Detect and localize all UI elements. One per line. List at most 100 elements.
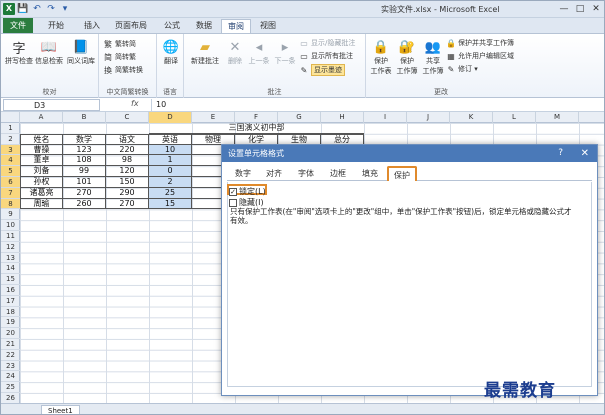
table-cell[interactable]: 曹操 xyxy=(20,144,63,156)
track-changes-button[interactable]: ✎ 修订 ▾ xyxy=(446,64,478,74)
merged-title-cell[interactable]: 三国演义初中部 xyxy=(149,123,364,134)
tab-alignment[interactable]: 对齐 xyxy=(260,166,288,181)
tab-review[interactable]: 审阅 xyxy=(221,19,251,33)
show-hide-comment-button[interactable]: ▭ 显示/隐藏批注 xyxy=(299,38,355,48)
table-cell[interactable]: 101 xyxy=(63,177,106,188)
table-cell[interactable]: 108 xyxy=(63,155,106,167)
table-cell[interactable]: 刘备 xyxy=(20,166,63,177)
show-all-comments-button[interactable]: ▭ 显示所有批注 xyxy=(299,51,353,61)
header-cell[interactable]: 英语 xyxy=(149,133,192,145)
row-header[interactable]: 19 xyxy=(1,317,20,329)
thesaurus-button[interactable]: 📘 同义词库 xyxy=(65,38,97,66)
table-cell[interactable]: 99 xyxy=(63,166,106,177)
column-header-e[interactable]: E xyxy=(192,112,235,123)
allow-edit-ranges-button[interactable]: ▦ 允许用户编辑区域 xyxy=(446,51,514,61)
previous-comment-button[interactable]: ◂ 上一条 xyxy=(246,38,272,66)
column-header-b[interactable]: B xyxy=(63,112,106,123)
table-cell[interactable]: 25 xyxy=(149,187,192,199)
table-cell[interactable]: 1 xyxy=(149,155,192,167)
tab-formulas[interactable]: 公式 xyxy=(157,19,187,33)
tab-data[interactable]: 数据 xyxy=(189,19,219,33)
header-cell[interactable]: 化学 xyxy=(235,133,278,145)
column-header-h[interactable]: H xyxy=(321,112,364,123)
spell-check-button[interactable]: 字 拼写检查 xyxy=(4,38,34,66)
column-header-l[interactable]: L xyxy=(493,112,536,123)
row-header[interactable]: 24 xyxy=(1,371,20,383)
header-cell[interactable]: 数学 xyxy=(63,133,106,145)
help-icon[interactable]: ? xyxy=(558,145,563,162)
save-icon[interactable]: 💾 xyxy=(17,3,29,15)
table-cell[interactable]: 150 xyxy=(106,177,149,188)
simp-to-trad-button[interactable]: 简 简转繁 xyxy=(103,52,136,62)
table-cell[interactable]: 诸葛亮 xyxy=(20,187,63,199)
row-header[interactable]: 21 xyxy=(1,339,20,350)
row-header[interactable]: 18 xyxy=(1,307,20,318)
tab-home[interactable]: 开始 xyxy=(41,19,71,33)
column-header-j[interactable]: J xyxy=(407,112,450,123)
row-header[interactable]: 10 xyxy=(1,220,20,231)
tab-page-layout[interactable]: 页面布局 xyxy=(109,19,153,33)
row-header[interactable]: 14 xyxy=(1,263,20,275)
name-box[interactable]: D3 xyxy=(3,99,100,111)
column-header-f[interactable]: F xyxy=(235,112,278,123)
tab-insert[interactable]: 插入 xyxy=(77,19,107,33)
row-header[interactable]: 9 xyxy=(1,209,20,221)
row-header[interactable]: 6 xyxy=(1,177,20,188)
select-all-corner[interactable] xyxy=(1,112,20,123)
tab-file[interactable]: 文件 xyxy=(3,18,33,33)
table-cell[interactable]: 120 xyxy=(106,166,149,177)
table-cell[interactable]: 10 xyxy=(149,144,192,156)
row-header[interactable]: 2 xyxy=(1,134,20,145)
table-cell[interactable]: 2 xyxy=(149,177,192,188)
table-cell[interactable]: 290 xyxy=(106,187,149,199)
delete-comment-button[interactable]: ✕ 删除 xyxy=(224,38,246,66)
row-header[interactable]: 23 xyxy=(1,361,20,372)
protect-share-workbook-button[interactable]: 🔒 保护并共享工作簿 xyxy=(446,38,514,48)
close-icon[interactable]: ✕ xyxy=(588,2,604,16)
header-cell[interactable]: 生物 xyxy=(278,133,321,145)
row-header[interactable]: 11 xyxy=(1,231,20,242)
chinese-conversion-button[interactable]: 換 简繁转换 xyxy=(103,65,143,75)
tab-fill[interactable]: 填充 xyxy=(356,166,384,181)
row-header[interactable]: 25 xyxy=(1,382,20,393)
protect-sheet-button[interactable]: 🔒 保护 工作表 xyxy=(368,38,394,76)
show-ink-button[interactable]: ✎ 显示墨迹 xyxy=(299,64,345,76)
column-header-g[interactable]: G xyxy=(278,112,321,123)
row-header[interactable]: 7 xyxy=(1,187,20,199)
table-cell[interactable]: 270 xyxy=(106,198,149,210)
trad-to-simp-button[interactable]: 繁 繁转简 xyxy=(103,39,136,49)
protect-workbook-button[interactable]: 🔐 保护 工作簿 xyxy=(394,38,420,76)
research-button[interactable]: 📖 信息检索 xyxy=(34,38,64,66)
dialog-close-icon[interactable]: ✕ xyxy=(581,145,589,162)
tab-protection[interactable]: 保护 xyxy=(387,166,417,181)
redo-icon[interactable]: ↷ xyxy=(45,3,57,15)
table-cell[interactable]: 孙权 xyxy=(20,177,63,188)
header-cell[interactable]: 姓名 xyxy=(20,133,63,145)
customize-icon[interactable]: ▾ xyxy=(59,3,71,15)
row-header[interactable]: 3 xyxy=(1,144,20,156)
locked-checkbox-row[interactable]: ✓ 锁定(L) xyxy=(229,186,266,197)
next-comment-button[interactable]: ▸ 下一条 xyxy=(272,38,298,66)
row-header[interactable]: 12 xyxy=(1,242,20,253)
column-header-k[interactable]: K xyxy=(450,112,493,123)
column-header-m[interactable]: M xyxy=(536,112,579,123)
row-header[interactable]: 8 xyxy=(1,198,20,210)
table-cell[interactable]: 98 xyxy=(106,155,149,167)
locked-checkbox[interactable]: ✓ xyxy=(229,187,237,196)
table-cell[interactable]: 123 xyxy=(63,144,106,156)
minimize-icon[interactable]: — xyxy=(556,2,572,16)
table-cell[interactable]: 15 xyxy=(149,198,192,210)
column-header-i[interactable]: I xyxy=(364,112,407,123)
tab-number[interactable]: 数字 xyxy=(229,166,257,181)
column-header-c[interactable]: C xyxy=(106,112,149,123)
header-cell[interactable]: 语文 xyxy=(106,133,149,145)
row-header[interactable]: 17 xyxy=(1,296,20,307)
row-header[interactable]: 22 xyxy=(1,350,20,361)
column-header-a[interactable]: A xyxy=(20,112,63,123)
translate-button[interactable]: 🌐 翻译 xyxy=(159,38,183,66)
table-cell[interactable]: 董卓 xyxy=(20,155,63,167)
table-cell[interactable]: 220 xyxy=(106,144,149,156)
tab-border[interactable]: 边框 xyxy=(324,166,352,181)
share-workbook-button[interactable]: 👥 共享 工作簿 xyxy=(420,38,446,76)
table-cell[interactable]: 270 xyxy=(63,187,106,199)
